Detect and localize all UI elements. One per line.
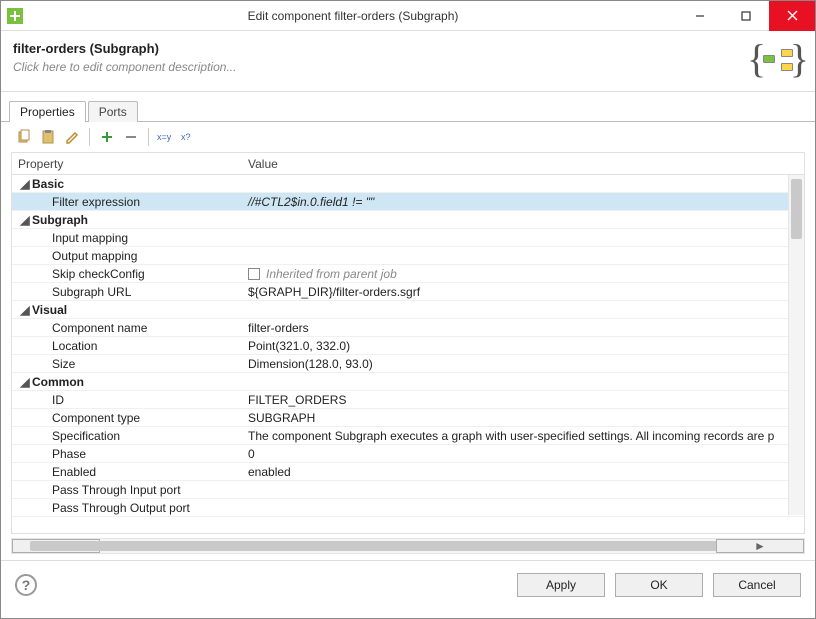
prop-label: Phase	[52, 447, 86, 461]
prop-label: Pass Through Input port	[52, 483, 181, 497]
row-id[interactable]: ID FILTER_ORDERS	[12, 391, 804, 409]
caret-icon: ◢	[18, 375, 32, 389]
app-icon	[7, 8, 23, 24]
horizontal-scrollbar[interactable]: ◄ ►	[11, 538, 805, 554]
ok-button[interactable]: OK	[615, 573, 703, 597]
row-subgraph-url[interactable]: Subgraph URL ${GRAPH_DIR}/filter-orders.…	[12, 283, 804, 301]
row-phase[interactable]: Phase 0	[12, 445, 804, 463]
vertical-scrollbar[interactable]	[788, 175, 804, 515]
row-pass-through-input[interactable]: Pass Through Input port	[12, 481, 804, 499]
checkbox-icon[interactable]	[248, 268, 260, 280]
tab-properties[interactable]: Properties	[9, 101, 86, 122]
tab-bar: Properties Ports	[1, 96, 815, 122]
prop-label: Skip checkConfig	[52, 267, 145, 281]
window-button-group	[677, 1, 815, 31]
component-title: filter-orders (Subgraph)	[13, 41, 745, 56]
add-button[interactable]	[98, 128, 116, 146]
prop-value[interactable]: //#CTL2$in.0.field1 != ""	[242, 195, 804, 209]
subgraph-icon: { }	[753, 41, 803, 85]
prop-value[interactable]: ${GRAPH_DIR}/filter-orders.sgrf	[242, 285, 804, 299]
table-header: Property Value	[12, 153, 804, 175]
svg-text:x?: x?	[181, 132, 191, 142]
prop-label: Component type	[52, 411, 140, 425]
prop-label: Input mapping	[52, 231, 128, 245]
minimize-button[interactable]	[677, 1, 723, 31]
prop-value[interactable]: The component Subgraph executes a graph …	[242, 429, 804, 443]
prop-label: Enabled	[52, 465, 96, 479]
remove-button[interactable]	[122, 128, 140, 146]
group-basic[interactable]: ◢Basic	[12, 175, 804, 193]
window-title: Edit component filter-orders (Subgraph)	[29, 9, 677, 23]
paste-button[interactable]	[39, 128, 57, 146]
svg-text:x=y: x=y	[157, 132, 172, 142]
prop-label: Output mapping	[52, 249, 137, 263]
dialog-header: filter-orders (Subgraph) Click here to e…	[1, 31, 815, 91]
row-component-name[interactable]: Component name filter-orders	[12, 319, 804, 337]
prop-label: Pass Through Output port	[52, 501, 190, 515]
column-value[interactable]: Value	[242, 157, 804, 171]
group-visual[interactable]: ◢Visual	[12, 301, 804, 319]
prop-value[interactable]: SUBGRAPH	[242, 411, 804, 425]
row-skip-checkconfig[interactable]: Skip checkConfig Inherited from parent j…	[12, 265, 804, 283]
row-component-type[interactable]: Component type SUBGRAPH	[12, 409, 804, 427]
prop-label: ID	[52, 393, 64, 407]
close-button[interactable]	[769, 1, 815, 31]
row-output-mapping[interactable]: Output mapping	[12, 247, 804, 265]
property-table: Property Value ◢Basic Filter expression …	[11, 152, 805, 534]
toolbar: x=y x?	[1, 122, 815, 152]
prop-value[interactable]: Point(321.0, 332.0)	[242, 339, 804, 353]
row-size[interactable]: Size Dimension(128.0, 93.0)	[12, 355, 804, 373]
row-input-mapping[interactable]: Input mapping	[12, 229, 804, 247]
prop-value[interactable]: Dimension(128.0, 93.0)	[242, 357, 804, 371]
group-common[interactable]: ◢Common	[12, 373, 804, 391]
prop-value[interactable]: filter-orders	[242, 321, 804, 335]
prop-label: Subgraph URL	[52, 285, 131, 299]
prop-label: Size	[52, 357, 75, 371]
toolbar-divider	[89, 128, 90, 146]
row-location[interactable]: Location Point(321.0, 332.0)	[12, 337, 804, 355]
group-label: Subgraph	[32, 213, 88, 227]
group-subgraph[interactable]: ◢Subgraph	[12, 211, 804, 229]
group-label: Basic	[32, 177, 64, 191]
row-specification[interactable]: Specification The component Subgraph exe…	[12, 427, 804, 445]
description-placeholder[interactable]: Click here to edit component description…	[13, 60, 745, 74]
prop-label: Component name	[52, 321, 147, 335]
prop-value[interactable]: enabled	[242, 465, 804, 479]
scrollbar-thumb[interactable]	[30, 541, 786, 551]
tab-ports[interactable]: Ports	[88, 101, 138, 122]
prop-label: Location	[52, 339, 97, 353]
row-pass-through-output[interactable]: Pass Through Output port	[12, 499, 804, 517]
help-button[interactable]: ?	[15, 574, 37, 596]
prop-label: Filter expression	[52, 195, 140, 209]
prop-label: Specification	[52, 429, 120, 443]
xq-button[interactable]: x?	[181, 128, 199, 146]
titlebar: Edit component filter-orders (Subgraph)	[1, 1, 815, 31]
caret-icon: ◢	[18, 303, 32, 317]
apply-button[interactable]: Apply	[517, 573, 605, 597]
toolbar-divider	[148, 128, 149, 146]
dialog-footer: ? Apply OK Cancel	[1, 560, 815, 609]
prop-value[interactable]: 0	[242, 447, 804, 461]
caret-icon: ◢	[18, 213, 32, 227]
maximize-button[interactable]	[723, 1, 769, 31]
edit-button[interactable]	[63, 128, 81, 146]
xy-button[interactable]: x=y	[157, 128, 175, 146]
scrollbar-thumb[interactable]	[791, 179, 802, 239]
scroll-right-button[interactable]: ►	[716, 539, 804, 553]
copy-button[interactable]	[15, 128, 33, 146]
group-label: Visual	[32, 303, 67, 317]
caret-icon: ◢	[18, 177, 32, 191]
column-property[interactable]: Property	[12, 157, 242, 171]
inherited-text: Inherited from parent job	[266, 267, 397, 281]
cancel-button[interactable]: Cancel	[713, 573, 801, 597]
row-filter-expression[interactable]: Filter expression //#CTL2$in.0.field1 !=…	[12, 193, 804, 211]
row-enabled[interactable]: Enabled enabled	[12, 463, 804, 481]
prop-value[interactable]: FILTER_ORDERS	[242, 393, 804, 407]
group-label: Common	[32, 375, 84, 389]
